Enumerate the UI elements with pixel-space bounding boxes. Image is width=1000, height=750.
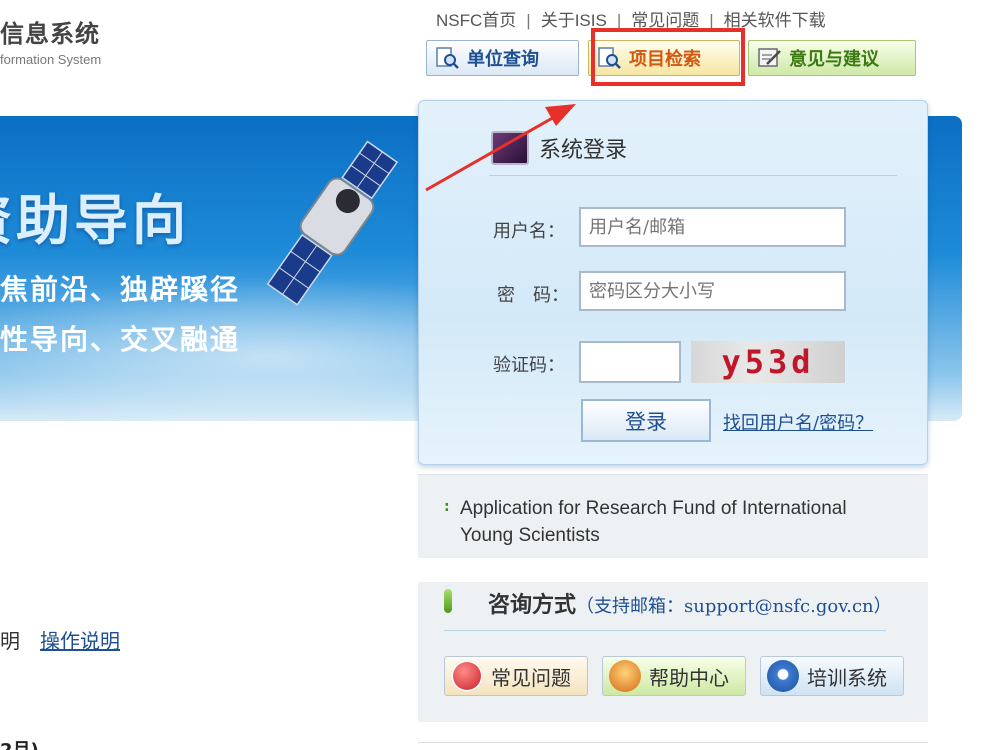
operation-links: 明操作说明 — [0, 625, 120, 654]
search-doc-icon — [435, 46, 461, 70]
help-person-icon — [609, 660, 641, 692]
site-logo-subtitle: formation System — [0, 52, 102, 67]
password-input[interactable] — [579, 271, 846, 311]
login-divider — [489, 175, 897, 176]
site-logo-title: 信息系统 — [0, 20, 100, 48]
username-label: 用户名： — [493, 221, 565, 242]
username-input[interactable] — [579, 207, 846, 247]
section-marker-icon — [444, 589, 452, 613]
bullet-icon: : — [444, 499, 450, 515]
training-system-label: 培训系统 — [807, 665, 887, 690]
help-center-label: 帮助中心 — [649, 665, 729, 690]
consult-divider — [444, 630, 886, 631]
edit-note-icon — [757, 46, 783, 70]
application-box: : Application for Research Fund of Inter… — [418, 474, 928, 558]
consult-box: 咨询方式（支持邮箱：support@nsfc.gov.cn） 常见问题 帮助中心… — [418, 582, 928, 722]
banner-line-2: 性导向、交叉融通 — [0, 323, 241, 356]
monitor-icon — [491, 131, 529, 165]
consult-subtitle: （支持邮箱：support@nsfc.gov.cn） — [576, 596, 892, 617]
consult-title-text: 咨询方式 — [488, 592, 577, 618]
bottom-divider — [418, 742, 928, 743]
satellite-icon — [266, 140, 399, 306]
top-link-nsfc-home[interactable]: NSFC首页 — [436, 11, 516, 30]
banner-title: 资助导向 — [0, 189, 190, 252]
feedback-label: 意见与建议 — [789, 49, 879, 70]
page: 信息系统 formation System NSFC首页 | 关于ISIS | 常见问题… — [0, 0, 1000, 750]
feedback-button[interactable]: 意见与建议 — [748, 40, 916, 76]
training-icon — [767, 660, 799, 692]
faq-label: 常见问题 — [491, 665, 571, 690]
notice-fragment: 2月) — [0, 736, 39, 750]
login-title: 系统登录 — [539, 138, 628, 163]
highlight-box — [591, 28, 745, 86]
international-young-scientists-link[interactable]: Application for Research Fund of Interna… — [460, 495, 900, 549]
banner-line-1: 焦前沿、独辟蹊径 — [0, 273, 241, 306]
top-nav-separator: | — [526, 11, 531, 30]
operation-guide-link[interactable]: 操作说明 — [40, 629, 120, 653]
login-panel: 系统登录 用户名： 密 码： 验证码： y53d 登录 找回用户名/密码？ — [418, 100, 928, 465]
captcha-input[interactable] — [579, 341, 681, 383]
password-label: 密 码： — [497, 285, 569, 306]
ops-prefix-text: 明 — [0, 629, 20, 653]
question-icon — [451, 660, 483, 692]
unit-query-button[interactable]: 单位查询 — [426, 40, 579, 76]
captcha-label: 验证码： — [493, 355, 565, 376]
help-center-button[interactable]: 帮助中心 — [602, 656, 746, 696]
faq-button[interactable]: 常见问题 — [444, 656, 588, 696]
login-button[interactable]: 登录 — [581, 399, 711, 442]
captcha-image[interactable]: y53d — [691, 341, 845, 383]
login-header: 系统登录 — [491, 131, 627, 165]
unit-query-label: 单位查询 — [467, 49, 539, 70]
forgot-credentials-link[interactable]: 找回用户名/密码？ — [723, 409, 873, 435]
consult-title: 咨询方式（支持邮箱：support@nsfc.gov.cn） — [488, 587, 892, 619]
training-system-button[interactable]: 培训系统 — [760, 656, 904, 696]
